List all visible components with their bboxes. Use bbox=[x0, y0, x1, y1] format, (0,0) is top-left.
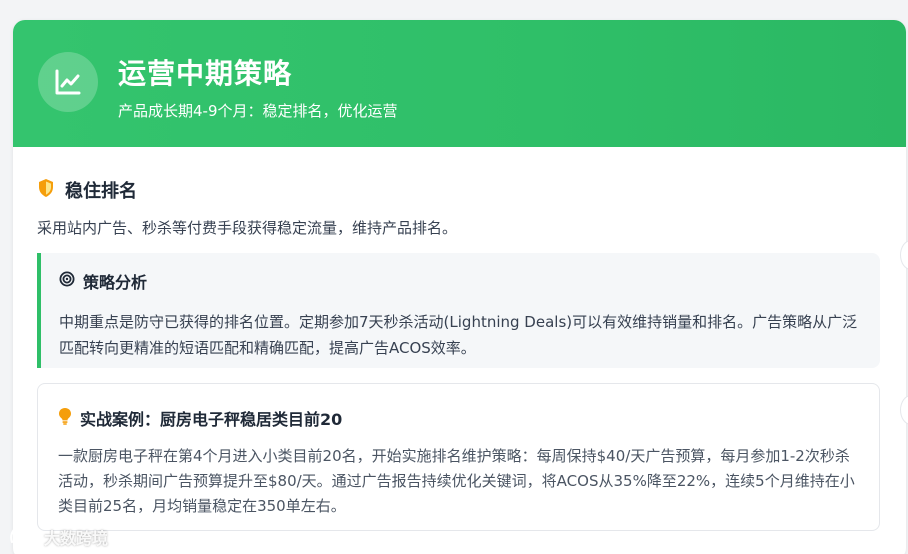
analysis-header: 策略分析 bbox=[59, 269, 862, 293]
shield-icon bbox=[37, 178, 55, 202]
page-title: 运营中期策略 bbox=[118, 57, 293, 90]
section-title: 稳住排名 bbox=[65, 181, 137, 202]
section-header: 稳住排名 bbox=[37, 177, 137, 203]
watermark-text: 大数跨境 bbox=[44, 529, 109, 548]
section-description: 采用站内广告、秒杀等付费手段获得稳定流量，维持产品排名。 bbox=[37, 219, 458, 237]
case-header: 实战案例：厨房电子秤稳居类目前20 bbox=[58, 406, 861, 430]
chart-line-icon bbox=[38, 52, 98, 112]
case-box: 实战案例：厨房电子秤稳居类目前20 一款厨房电子秤在第4个月进入小类目前20名，… bbox=[37, 383, 880, 531]
analysis-title: 策略分析 bbox=[83, 273, 148, 292]
watermark-logo-icon bbox=[8, 524, 38, 550]
header-banner: 运营中期策略 产品成长期4-9个月：稳定排名，优化运营 bbox=[13, 20, 906, 147]
page-subtitle: 产品成长期4-9个月：稳定排名，优化运营 bbox=[118, 102, 398, 120]
lightbulb-icon bbox=[58, 407, 72, 429]
case-body: 一款厨房电子秤在第4个月进入小类目前20名，开始实施排名维护策略：每周保持$40… bbox=[58, 447, 855, 515]
case-title: 实战案例：厨房电子秤稳居类目前20 bbox=[80, 410, 343, 429]
watermark: 大数跨境 bbox=[8, 524, 108, 550]
analysis-body: 中期重点是防守已获得的排名位置。定期参加7天秒杀活动(Lightning Dea… bbox=[59, 313, 858, 357]
target-icon bbox=[59, 271, 75, 291]
strategy-card: 运营中期策略 产品成长期4-9个月：稳定排名，优化运营 稳住排名 采用站内广告、… bbox=[13, 20, 906, 554]
analysis-box: 策略分析 中期重点是防守已获得的排名位置。定期参加7天秒杀活动(Lightnin… bbox=[37, 253, 880, 368]
